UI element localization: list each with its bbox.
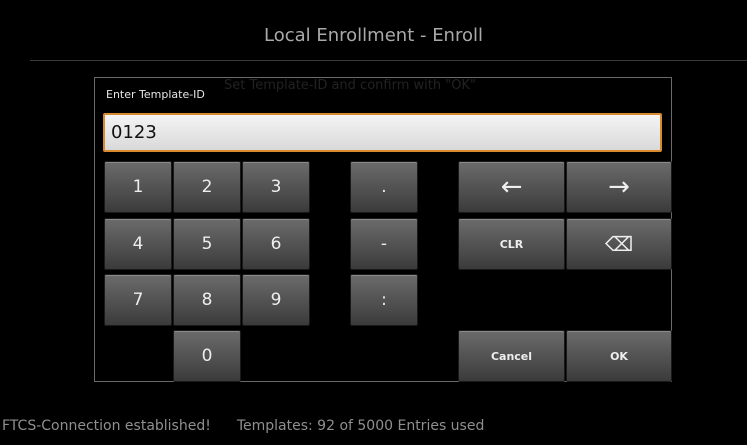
key-0[interactable]: 0 <box>173 330 241 382</box>
template-id-label: Enter Template-ID <box>106 88 205 101</box>
key-dash[interactable]: - <box>350 218 418 270</box>
ok-button[interactable]: OK <box>566 330 672 382</box>
key-8[interactable]: 8 <box>173 274 241 326</box>
key-2[interactable]: 2 <box>173 161 241 213</box>
key-colon[interactable]: : <box>350 274 418 326</box>
left-arrow-button[interactable]: ← <box>458 161 565 213</box>
cancel-button[interactable]: Cancel <box>458 330 565 382</box>
key-dot[interactable]: . <box>350 161 418 213</box>
connection-status: FTCS-Connection established! <box>2 418 211 434</box>
key-6[interactable]: 6 <box>242 218 310 270</box>
clear-button[interactable]: CLR <box>458 218 565 270</box>
status-bar: FTCS-Connection established! Templates: 9… <box>2 418 484 434</box>
template-id-input[interactable]: 0123 <box>103 113 662 152</box>
key-5[interactable]: 5 <box>173 218 241 270</box>
key-9[interactable]: 9 <box>242 274 310 326</box>
key-3[interactable]: 3 <box>242 161 310 213</box>
template-usage: Templates: 92 of 5000 Entries used <box>236 418 485 434</box>
right-arrow-button[interactable]: → <box>566 161 672 213</box>
ghost-instruction-text: Set Template-ID and confirm with "OK" <box>224 78 476 93</box>
key-4[interactable]: 4 <box>104 218 172 270</box>
backspace-button[interactable]: ⌫ <box>566 218 672 270</box>
key-1[interactable]: 1 <box>104 161 172 213</box>
key-7[interactable]: 7 <box>104 274 172 326</box>
page-title: Local Enrollment - Enroll <box>264 25 483 46</box>
title-divider <box>30 60 747 61</box>
